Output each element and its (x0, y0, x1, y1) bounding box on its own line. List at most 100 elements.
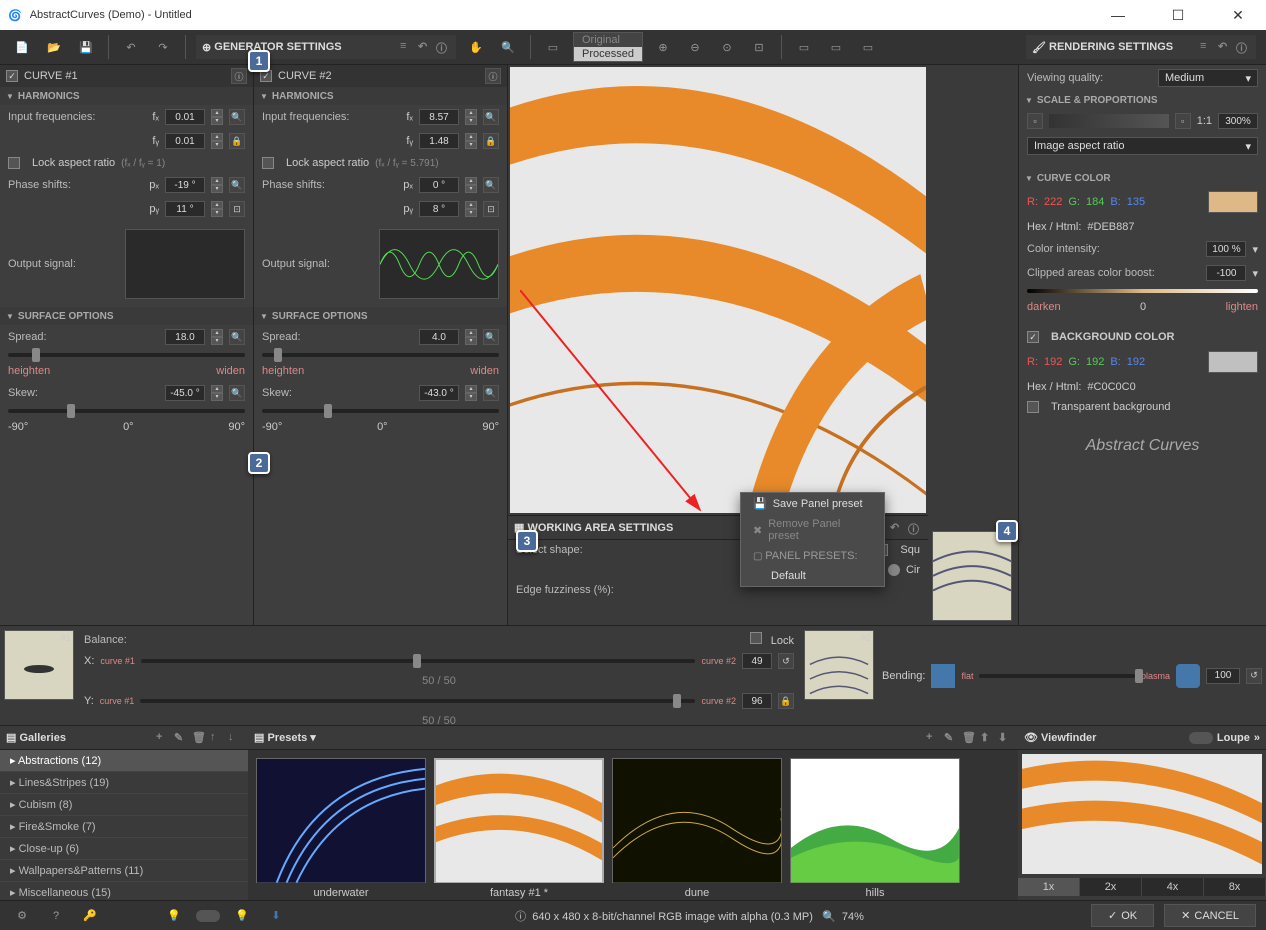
hand-icon[interactable]: ✋ (464, 35, 488, 59)
reset-icon[interactable]: ↺ (1246, 668, 1262, 684)
open-icon[interactable]: 📂 (42, 35, 66, 59)
gallery-item[interactable]: ▸ Close-up (6) (0, 838, 248, 860)
spin-up[interactable]: ▴ (211, 109, 223, 117)
circle-radio[interactable] (888, 564, 900, 576)
save-preset-item[interactable]: 💾Save Panel preset (741, 493, 884, 514)
preset-item[interactable]: hills (790, 758, 960, 892)
skew-slider[interactable] (8, 409, 245, 413)
bending-slider[interactable] (979, 674, 1135, 678)
y-balance-slider[interactable] (140, 699, 695, 703)
py-input[interactable] (419, 201, 459, 217)
edit-icon[interactable]: ✎ (944, 731, 958, 745)
zoom-icon[interactable]: 🔍 (496, 35, 520, 59)
preview-2-icon[interactable]: ▭ (824, 35, 848, 59)
scale-slider[interactable] (1049, 114, 1169, 128)
spread-input[interactable] (165, 329, 205, 345)
import-icon[interactable]: ⬆ (980, 731, 994, 745)
scale-large-icon[interactable]: ▫ (1175, 113, 1191, 129)
minimize-button[interactable]: — (1098, 7, 1138, 24)
up-icon[interactable]: ↑ (210, 731, 224, 745)
default-preset-item[interactable]: Default (741, 566, 884, 586)
settings-icon[interactable]: ⚙ (10, 904, 34, 928)
fx-input[interactable] (165, 109, 205, 125)
curve-1-checkbox[interactable] (6, 70, 18, 82)
lock-aspect-checkbox[interactable] (8, 157, 20, 169)
gallery-item[interactable]: ▸ Miscellaneous (15) (0, 882, 248, 900)
remove-preset-item[interactable]: ✖Remove Panel preset (741, 514, 884, 546)
bending-input[interactable] (1206, 668, 1240, 684)
target-icon[interactable]: ⊡ (483, 201, 499, 217)
fx-input[interactable] (419, 109, 459, 125)
target-icon[interactable]: ⊡ (229, 201, 245, 217)
delete-icon[interactable]: 🗑 (962, 731, 976, 745)
info-icon[interactable]: ⓘ (1236, 40, 1250, 54)
fy-input[interactable] (165, 133, 205, 149)
transparent-checkbox[interactable] (1027, 401, 1039, 413)
preview-1-icon[interactable]: ▭ (792, 35, 816, 59)
info-icon[interactable]: ⓘ (908, 521, 922, 535)
maximize-button[interactable]: ☐ (1158, 7, 1198, 24)
spread-input[interactable] (419, 329, 459, 345)
reset-icon[interactable]: ↺ (778, 653, 794, 669)
curve-1-thumb[interactable]: #1 (4, 630, 74, 700)
magnify-icon[interactable]: 🔍 (229, 329, 245, 345)
info-icon[interactable]: ⓘ (231, 68, 247, 84)
reset-icon[interactable]: ↶ (890, 521, 904, 535)
lock-checkbox[interactable] (750, 632, 762, 644)
new-icon[interactable]: 📄 (10, 35, 34, 59)
magnify-icon[interactable]: 🔍 (483, 177, 499, 193)
download-icon[interactable]: ⬇ (264, 904, 288, 928)
bulb-on-icon[interactable]: 💡 (230, 904, 254, 928)
bulb-icon[interactable]: 💡 (162, 904, 186, 928)
ok-button[interactable]: ✓ OK (1091, 904, 1154, 927)
px-input[interactable] (419, 177, 459, 193)
info-icon[interactable]: ⓘ (436, 40, 450, 54)
lock-icon[interactable]: 🔒 (229, 133, 245, 149)
magnify-icon[interactable]: 🔍 (229, 177, 245, 193)
key-icon[interactable]: 🔑 (78, 904, 102, 928)
magnify-icon[interactable]: 🔍 (483, 109, 499, 125)
gallery-item[interactable]: ▸ Lines&Stripes (19) (0, 772, 248, 794)
zoom-level[interactable]: 8x (1204, 878, 1266, 896)
magnify-icon[interactable]: 🔍 (229, 109, 245, 125)
edit-icon[interactable]: ✎ (174, 731, 188, 745)
lock-icon[interactable]: 🔒 (483, 133, 499, 149)
zoom-level[interactable]: 4x (1142, 878, 1204, 896)
y-val-input[interactable] (742, 693, 772, 709)
bg-color-checkbox[interactable] (1027, 331, 1039, 343)
viewfinder-preview[interactable] (1022, 754, 1262, 874)
spin-down[interactable]: ▾ (211, 141, 223, 149)
skew-slider[interactable] (262, 409, 499, 413)
save-icon[interactable]: 💾 (74, 35, 98, 59)
toggle[interactable] (196, 910, 220, 922)
py-input[interactable] (165, 201, 205, 217)
skew-input[interactable] (419, 385, 459, 401)
spin-down[interactable]: ▾ (211, 117, 223, 125)
reset-icon[interactable]: ↶ (1218, 40, 1232, 54)
add-icon[interactable]: + (156, 731, 170, 745)
curve-color-swatch[interactable] (1208, 191, 1258, 213)
bg-color-swatch[interactable] (1208, 351, 1258, 373)
preset-item[interactable]: underwater (256, 758, 426, 892)
zoom-100-icon[interactable]: ⊡ (747, 35, 771, 59)
viewing-quality-dropdown[interactable]: Medium▾ (1158, 69, 1258, 87)
scale-input[interactable] (1218, 113, 1258, 129)
skew-input[interactable] (165, 385, 205, 401)
expand-icon[interactable]: » (1254, 732, 1260, 744)
info-icon[interactable]: ⓘ (485, 68, 501, 84)
zoom-level[interactable]: 1x (1018, 878, 1080, 896)
reset-icon[interactable]: ↶ (418, 40, 432, 54)
down-icon[interactable]: ↓ (228, 731, 242, 745)
spread-slider[interactable] (262, 353, 499, 357)
magnify-icon[interactable]: 🔍 (483, 385, 499, 401)
menu-icon[interactable]: ≡ (1200, 40, 1214, 54)
surface-header[interactable]: SURFACE OPTIONS (0, 307, 253, 325)
fy-input[interactable] (419, 133, 459, 149)
magnify-icon[interactable]: 🔍 (483, 329, 499, 345)
aspect-ratio-dropdown[interactable]: Image aspect ratio▾ (1027, 137, 1258, 155)
export-icon[interactable]: ⬇ (998, 731, 1012, 745)
tab-processed[interactable]: Processed (574, 47, 642, 61)
preset-item[interactable]: fantasy #1 * (434, 758, 604, 892)
gallery-item[interactable]: ▸ Abstractions (12) (0, 750, 248, 772)
scale-small-icon[interactable]: ▫ (1027, 113, 1043, 129)
